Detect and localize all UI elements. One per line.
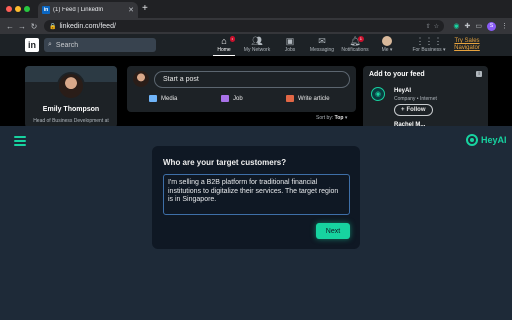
close-window-icon[interactable] — [6, 6, 12, 12]
heyai-company-logo[interactable]: ◉ — [371, 87, 385, 101]
nav-for-business[interactable]: ⋮⋮⋮ For Business ▾ — [412, 36, 446, 53]
minimize-window-icon[interactable] — [15, 6, 21, 12]
nav-messaging-label: Messaging — [309, 47, 335, 53]
heyai-panel: HeyAI Who are your target customers? I'm… — [0, 126, 512, 320]
nav-jobs-label: Jobs — [284, 47, 296, 53]
nav-me[interactable]: Me ▾ — [372, 36, 402, 53]
new-tab-icon[interactable]: + — [142, 3, 148, 15]
follow-label: Follow — [406, 107, 426, 113]
hamburger-menu-icon[interactable] — [14, 136, 26, 146]
image-icon — [149, 95, 157, 102]
premium-line-2: Navigator — [454, 45, 480, 51]
nav-notifications[interactable]: 🔔︎ 1 Notifications — [340, 36, 370, 53]
chevron-down-icon: ▾ — [389, 47, 393, 53]
suggestion-subtitle: Company • Internet — [394, 96, 437, 102]
share-icon[interactable]: ⇧ — [426, 23, 431, 30]
linkedin-feed: Emily Thompson Head of Business Developm… — [0, 56, 512, 136]
sort-value: Top — [334, 115, 344, 121]
write-article-label: Write article — [298, 95, 330, 102]
article-icon — [286, 95, 294, 102]
linkedin-header: in ⌕ Search ⌂ • Home 👥︎ My Network ▣ Job… — [0, 34, 512, 56]
browser-menu-icon[interactable]: ⋮ — [501, 22, 508, 30]
nav-jobs[interactable]: ▣ Jobs — [275, 36, 305, 53]
profile-photo[interactable] — [57, 72, 85, 100]
profile-headline: Head of Business Development at — [33, 118, 109, 124]
job-button[interactable]: Job — [221, 95, 243, 102]
tab-title: (1) Feed | LinkedIn — [53, 7, 104, 13]
search-icon: ⌕ — [48, 41, 52, 48]
puzzle-extensions-icon[interactable]: ✚ — [465, 22, 471, 30]
nav-notifications-label: Notifications — [341, 47, 369, 53]
sort-by-dropdown[interactable]: Sort by: Top ▾ — [316, 115, 347, 121]
try-sales-navigator-link[interactable]: Try Sales Navigator — [452, 38, 482, 52]
write-article-button[interactable]: Write article — [286, 95, 330, 102]
sidebar-icon[interactable]: ▭ — [475, 22, 482, 30]
jobs-icon: ▣ — [285, 36, 295, 46]
chevron-down-icon: ▾ — [344, 115, 348, 121]
suggestion-name[interactable]: HeyAI — [394, 88, 411, 94]
nav-messaging[interactable]: ✉ Messaging — [307, 36, 337, 53]
browser-tabstrip: in (1) Feed | LinkedIn ✕ + — [0, 0, 512, 18]
media-button[interactable]: Media — [149, 95, 177, 102]
me-avatar — [382, 36, 392, 46]
linkedin-favicon-icon: in — [42, 6, 50, 14]
nav-me-label: Me ▾ — [381, 47, 393, 53]
follow-button[interactable]: + Follow — [394, 104, 433, 116]
media-label: Media — [161, 95, 178, 102]
profile-card[interactable]: Emily Thompson Head of Business Developm… — [25, 66, 117, 128]
lock-icon[interactable]: 🔒 — [49, 23, 56, 30]
nav-home[interactable]: ⌂ • Home — [209, 36, 239, 56]
address-bar[interactable]: 🔒 linkedin.com/feed/ ⇧ ☆ — [44, 20, 444, 32]
linkedin-logo[interactable]: in — [25, 38, 39, 52]
search-placeholder: Search — [55, 41, 79, 49]
start-post-card: Start a post Media Job Write article — [127, 66, 356, 112]
briefcase-icon — [221, 95, 229, 102]
forward-icon[interactable]: → — [16, 22, 28, 31]
sort-label: Sort by: — [316, 115, 334, 121]
nav-my-network-label: My Network — [243, 47, 271, 53]
linkedin-search-input[interactable]: ⌕ Search — [44, 38, 156, 52]
grid-icon: ⋮⋮⋮ — [415, 36, 443, 46]
heyai-logo-icon — [466, 134, 478, 146]
post-avatar — [133, 71, 149, 87]
home-icon: ⌂ — [221, 36, 227, 46]
premium-line-1: Try Sales — [454, 38, 480, 44]
start-post-button[interactable]: Start a post — [154, 71, 350, 88]
profile-name[interactable]: Emily Thompson — [25, 106, 117, 113]
question-card: Who are your target customers? I'm selli… — [152, 146, 360, 249]
next-button[interactable]: Next — [316, 223, 350, 239]
toolbar-extensions: ◉ ✚ ▭ S ⋮ — [453, 20, 508, 32]
job-label: Job — [233, 95, 243, 102]
url-text[interactable]: linkedin.com/feed/ — [59, 23, 422, 30]
plus-icon: + — [401, 107, 405, 113]
nav-home-label: Home — [217, 47, 231, 53]
chevron-down-icon: ▾ — [443, 47, 446, 53]
reload-icon[interactable]: ↻ — [28, 22, 40, 31]
nav-for-business-label: For Business ▾ — [412, 47, 446, 53]
back-icon[interactable]: ← — [4, 22, 16, 31]
network-icon: 👥︎ — [251, 36, 263, 46]
info-icon[interactable]: i — [476, 71, 482, 77]
notifications-badge: 1 — [357, 36, 364, 42]
nav-my-network[interactable]: 👥︎ My Network — [242, 36, 272, 53]
maximize-window-icon[interactable] — [24, 6, 30, 12]
answer-textarea[interactable]: I'm selling a B2B platform for tradition… — [163, 174, 350, 215]
question-title: Who are your target customers? — [163, 158, 287, 167]
browser-toolbar: ← → ↻ 🔒 linkedin.com/feed/ ⇧ ☆ ◉ ✚ ▭ S ⋮ — [0, 18, 512, 34]
browser-profile-avatar[interactable]: S — [487, 21, 496, 31]
heyai-extension-icon[interactable]: ◉ — [453, 22, 459, 30]
heyai-brand-name: HeyAI — [481, 135, 507, 145]
messaging-icon: ✉ — [318, 36, 326, 46]
heyai-brand: HeyAI — [466, 134, 507, 146]
home-notification-dot: • — [229, 36, 235, 42]
close-tab-icon[interactable]: ✕ — [128, 6, 134, 14]
screen: in (1) Feed | LinkedIn ✕ + ← → ↻ 🔒 linke… — [0, 0, 512, 320]
bookmark-star-icon[interactable]: ☆ — [434, 23, 439, 30]
add-to-feed-title: Add to your feed — [369, 71, 425, 78]
browser-tab[interactable]: in (1) Feed | LinkedIn ✕ — [38, 2, 138, 18]
